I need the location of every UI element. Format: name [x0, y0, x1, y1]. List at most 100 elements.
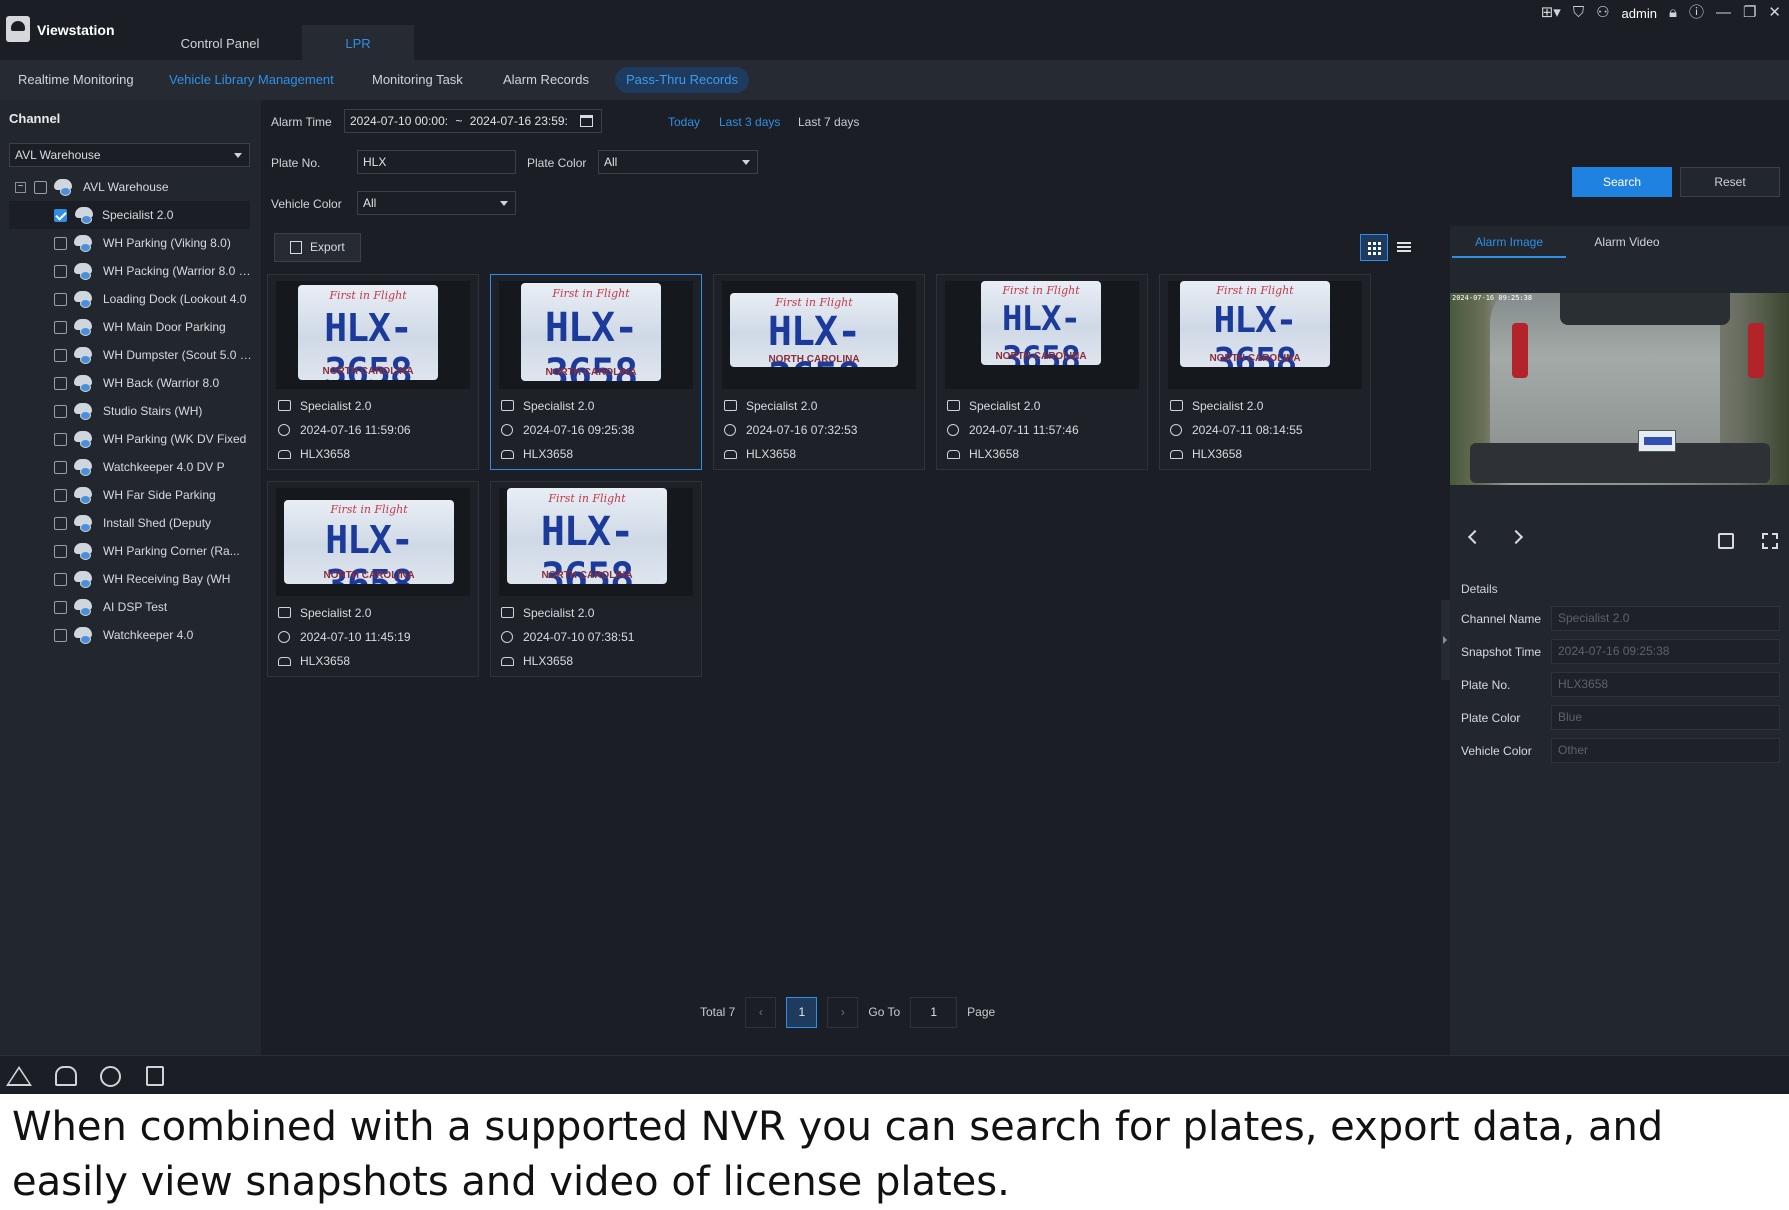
channel-checkbox[interactable] [54, 405, 67, 418]
channel-checkbox[interactable] [54, 601, 67, 614]
prev-image-button[interactable] [1467, 529, 1483, 545]
quick-last-3-days[interactable]: Last 3 days [719, 115, 780, 129]
tab-alarm-video[interactable]: Alarm Video [1570, 226, 1684, 258]
alarm-time-range-input[interactable]: 2024-07-10 00:00: ~ 2024-07-16 23:59: [344, 109, 602, 133]
channel-checkbox[interactable] [54, 321, 67, 334]
tab-alarm-image[interactable]: Alarm Image [1452, 226, 1566, 258]
record-card[interactable]: First in FlightHLX-3658NORTH CAROLINA Spe… [490, 481, 702, 677]
total-count: Total 7 [700, 1005, 736, 1019]
channel-checkbox[interactable] [54, 461, 67, 474]
close-icon[interactable]: ✕ [1768, 1, 1781, 25]
export-button[interactable]: Export [274, 233, 361, 262]
nav-monitoring-task[interactable]: Monitoring Task [361, 67, 474, 93]
next-image-button[interactable] [1508, 529, 1524, 545]
detail-label: Channel Name [1461, 612, 1542, 626]
collapse-panel-handle[interactable] [1441, 600, 1450, 680]
layout-grid-icon[interactable]: ⊞▾ [1541, 1, 1561, 25]
channel-checkbox[interactable] [54, 545, 67, 558]
record-card[interactable]: First in FlightHLX-3658NORTH CAROLINA Spe… [267, 274, 479, 470]
channel-item[interactable]: WH Parking (Viking 8.0) [0, 229, 261, 257]
next-page-button[interactable]: › [827, 996, 859, 1028]
nav-vehicle-library-management[interactable]: Vehicle Library Management [158, 67, 345, 93]
prev-page-button[interactable]: ‹ [745, 996, 777, 1028]
channel-item[interactable]: WH Dumpster (Scout 5.0 DV P [0, 341, 261, 369]
channel-checkbox[interactable] [54, 573, 67, 586]
record-card[interactable]: First in FlightHLX-3658NORTH CAROLINA Spe… [490, 274, 702, 470]
channel-checkbox[interactable] [54, 237, 67, 250]
channel-item[interactable]: Watchkeeper 4.0 [0, 621, 261, 649]
channel-item[interactable]: WH Receiving Bay (WH [0, 565, 261, 593]
alarm-image[interactable]: 2024-07-16 09:25:38 [1450, 293, 1789, 485]
quick-today[interactable]: Today [668, 115, 700, 129]
camera-icon [1170, 400, 1183, 411]
channel-checkbox[interactable] [54, 629, 67, 642]
detail-label: Vehicle Color [1461, 744, 1532, 758]
root-checkbox[interactable] [34, 181, 47, 194]
license-plate-image: First in FlightHLX-3658NORTH CAROLINA [298, 285, 438, 380]
nav-alarm-records[interactable]: Alarm Records [492, 67, 600, 93]
channel-checkbox[interactable] [54, 293, 67, 306]
grid-view-button[interactable] [1360, 234, 1388, 261]
fullscreen-icon[interactable] [1762, 533, 1778, 549]
card-channel-text: Specialist 2.0 [523, 399, 595, 413]
channel-checkbox[interactable] [54, 265, 67, 278]
plate-slogan: First in Flight [1216, 284, 1294, 298]
channel-checkbox[interactable] [54, 209, 67, 222]
channel-checkbox[interactable] [54, 377, 67, 390]
channel-item[interactable]: WH Packing (Warrior 8.0 DV P [0, 257, 261, 285]
channel-checkbox[interactable] [54, 349, 67, 362]
nav-pass-thru-records[interactable]: Pass-Thru Records [615, 67, 749, 93]
channel-item[interactable]: Specialist 2.0 [9, 201, 250, 229]
channel-item[interactable]: Watchkeeper 4.0 DV P [0, 453, 261, 481]
record-card[interactable]: First in FlightHLX-3658NORTH CAROLINA Spe… [267, 481, 479, 677]
alarm-warning-icon[interactable] [6, 1066, 32, 1086]
sub-navigation: Realtime Monitoring Vehicle Library Mana… [0, 60, 1789, 100]
shirt-icon[interactable]: ⛉ [1573, 1, 1584, 25]
card-plate-text: HLX3658 [1192, 447, 1243, 461]
quick-last-7-days[interactable]: Last 7 days [798, 115, 859, 129]
record-card[interactable]: First in FlightHLX-3658NORTH CAROLINA Spe… [713, 274, 925, 470]
tab-lpr[interactable]: LPR [302, 25, 414, 60]
alarm-bell-icon[interactable] [55, 1066, 77, 1086]
nav-realtime-monitoring[interactable]: Realtime Monitoring [7, 67, 145, 93]
channel-checkbox[interactable] [54, 517, 67, 530]
channel-checkbox[interactable] [54, 489, 67, 502]
record-card[interactable]: First in FlightHLX-3658NORTH CAROLINA Spe… [1159, 274, 1371, 470]
reset-button[interactable]: Reset [1680, 167, 1780, 197]
channel-item[interactable]: WH Main Door Parking [0, 313, 261, 341]
plate-color-select[interactable]: All [598, 150, 758, 174]
help-icon[interactable]: ⓘ [1689, 1, 1704, 25]
calendar-icon[interactable] [580, 115, 593, 127]
channel-item[interactable]: Studio Stairs (WH) [0, 397, 261, 425]
collapse-icon[interactable]: − [15, 182, 26, 193]
channel-select[interactable]: AVL Warehouse [9, 143, 250, 167]
goto-page-input[interactable]: 1 [910, 996, 958, 1028]
tab-control-panel[interactable]: Control Panel [150, 25, 290, 60]
channel-item[interactable]: WH Back (Warrior 8.0 [0, 369, 261, 397]
channel-item[interactable]: Loading Dock (Lookout 4.0 [0, 285, 261, 313]
plate-slogan: First in Flight [329, 288, 407, 302]
current-page[interactable]: 1 [786, 996, 818, 1028]
page-label: Page [967, 1005, 996, 1019]
channel-item[interactable]: AI DSP Test [0, 593, 261, 621]
plate-no-input[interactable]: HLX [357, 150, 516, 174]
username[interactable]: admin [1622, 6, 1657, 21]
minimize-icon[interactable]: — [1716, 1, 1731, 25]
channel-item[interactable]: WH Parking Corner (Ra... [0, 537, 261, 565]
channel-item[interactable]: Install Shed (Deputy [0, 509, 261, 537]
channel-item[interactable]: WH Far Side Parking [0, 481, 261, 509]
vehicle-color-select[interactable]: All [357, 191, 516, 215]
lock-icon[interactable]: 🔒︎ [1669, 1, 1677, 25]
download-icon[interactable] [100, 1066, 121, 1087]
tree-root[interactable]: − AVL Warehouse [0, 173, 261, 201]
channel-checkbox[interactable] [54, 433, 67, 446]
save-icon[interactable] [1718, 533, 1734, 549]
users-icon[interactable]: ⚇ [1596, 1, 1609, 25]
search-button[interactable]: Search [1572, 167, 1672, 197]
restore-icon[interactable]: ❐ [1743, 1, 1756, 25]
record-card[interactable]: First in FlightHLX-3658NORTH CAROLINA Spe… [936, 274, 1148, 470]
task-list-icon[interactable] [146, 1066, 164, 1086]
channel-item[interactable]: WH Parking (WK DV Fixed [0, 425, 261, 453]
list-view-button[interactable] [1390, 234, 1418, 261]
card-time-text: 2024-07-11 11:57:46 [969, 423, 1079, 437]
